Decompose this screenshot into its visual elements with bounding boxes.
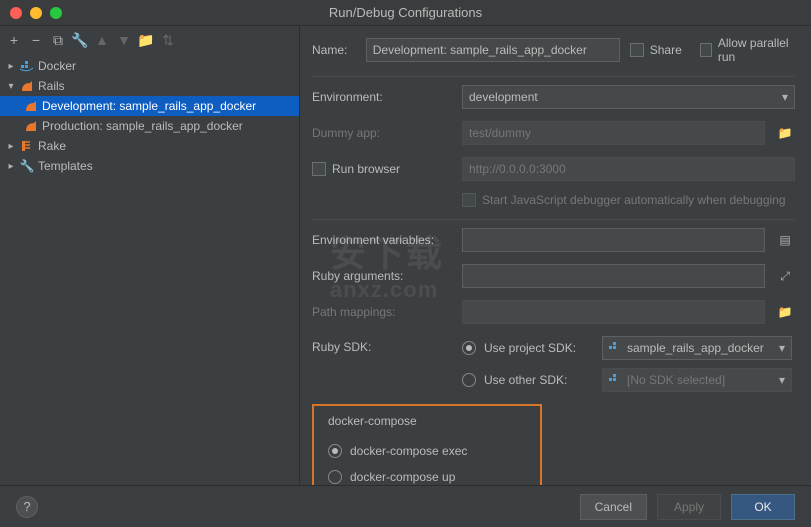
- chevron-right-icon: ▸: [6, 161, 16, 172]
- copy-icon[interactable]: ⧉: [50, 32, 66, 48]
- dummy-app-label: Dummy app:: [312, 126, 452, 140]
- up-icon[interactable]: ▲: [94, 32, 110, 48]
- config-tree: ▸ Docker ▾ Rails Development: sample_rai…: [0, 54, 299, 485]
- ruby-sdk-label: Ruby SDK:: [312, 340, 452, 354]
- use-project-sdk-radio[interactable]: Use project SDK:: [462, 341, 592, 355]
- tree-item-dev-config[interactable]: Development: sample_rails_app_docker: [0, 96, 299, 116]
- radio-icon: [462, 373, 476, 387]
- other-sdk-select: [No SDK selected]: [602, 368, 792, 392]
- browse-icon[interactable]: 📁: [775, 126, 795, 140]
- help-button[interactable]: ?: [16, 496, 38, 518]
- rails-config-icon: [24, 99, 38, 113]
- chevron-right-icon: ▸: [6, 61, 16, 72]
- checkbox-icon: [312, 162, 326, 176]
- share-checkbox[interactable]: Share: [630, 43, 682, 57]
- separator: [312, 219, 795, 220]
- docker-compose-group: docker-compose docker-compose exec docke…: [312, 404, 542, 485]
- docker-up-radio[interactable]: docker-compose up: [328, 464, 526, 485]
- dummy-app-input: test/dummy: [462, 121, 765, 145]
- name-label: Name:: [312, 43, 356, 57]
- down-icon[interactable]: ▼: [116, 32, 132, 48]
- checkbox-icon: [462, 193, 476, 207]
- separator: [312, 76, 795, 77]
- radio-icon: [328, 444, 342, 458]
- radio-icon: [328, 470, 342, 484]
- environment-label: Environment:: [312, 90, 452, 104]
- start-js-debugger-checkbox: Start JavaScript debugger automatically …: [462, 193, 795, 207]
- chevron-right-icon: ▸: [6, 141, 16, 152]
- wrench-icon: 🔧: [20, 159, 34, 173]
- cancel-button[interactable]: Cancel: [580, 494, 647, 520]
- footer: ? Cancel Apply OK: [0, 485, 811, 527]
- use-other-sdk-radio[interactable]: Use other SDK:: [462, 373, 592, 387]
- tree-item-docker[interactable]: ▸ Docker: [0, 56, 299, 76]
- path-mappings-input: [462, 300, 765, 324]
- run-browser-checkbox[interactable]: Run browser: [312, 162, 452, 176]
- checkbox-icon: [700, 43, 712, 57]
- environment-select[interactable]: development: [462, 85, 795, 109]
- tree-item-rake[interactable]: ▸ Rake: [0, 136, 299, 156]
- browse-icon[interactable]: 📁: [775, 305, 795, 319]
- minimize-window-icon[interactable]: [30, 7, 42, 19]
- close-window-icon[interactable]: [10, 7, 22, 19]
- ok-button[interactable]: OK: [731, 494, 795, 520]
- expand-icon[interactable]: ⤢: [775, 269, 795, 284]
- chevron-down-icon: ▾: [6, 81, 16, 92]
- apply-button: Apply: [657, 494, 721, 520]
- tree-item-rails[interactable]: ▾ Rails: [0, 76, 299, 96]
- sidebar: + − ⧉ 🔧 ▲ ▼ 📁 ⇅ ▸ Docker ▾ Rails: [0, 26, 300, 485]
- docker-exec-radio[interactable]: docker-compose exec: [328, 438, 526, 464]
- path-mappings-label: Path mappings:: [312, 305, 452, 319]
- project-sdk-select[interactable]: sample_rails_app_docker: [602, 336, 792, 360]
- window-controls: [10, 7, 62, 19]
- rails-config-icon: [24, 119, 38, 133]
- ruby-args-input[interactable]: [462, 264, 765, 288]
- maximize-window-icon[interactable]: [50, 7, 62, 19]
- remove-icon[interactable]: −: [28, 32, 44, 48]
- window-title: Run/Debug Configurations: [329, 5, 482, 20]
- checkbox-icon: [630, 43, 644, 57]
- tree-item-templates[interactable]: ▸ 🔧 Templates: [0, 156, 299, 176]
- docker-icon: [20, 59, 34, 73]
- parallel-checkbox[interactable]: Allow parallel run: [700, 36, 795, 64]
- browser-url-input: http://0.0.0.0:3000: [462, 157, 795, 181]
- sort-icon[interactable]: ⇅: [160, 32, 176, 48]
- radio-icon: [462, 341, 476, 355]
- docker-compose-title: docker-compose: [328, 414, 526, 428]
- rake-icon: [20, 139, 34, 153]
- ruby-args-label: Ruby arguments:: [312, 269, 452, 283]
- wrench-icon[interactable]: 🔧: [72, 32, 88, 48]
- titlebar: Run/Debug Configurations: [0, 0, 811, 26]
- folder-icon[interactable]: 📁: [138, 32, 154, 48]
- docker-compose-icon: [609, 342, 621, 354]
- docker-compose-icon: [609, 374, 621, 386]
- content-panel: Name: Development: sample_rails_app_dock…: [300, 26, 811, 485]
- add-icon[interactable]: +: [6, 32, 22, 48]
- list-icon[interactable]: ▤: [775, 233, 795, 247]
- sidebar-toolbar: + − ⧉ 🔧 ▲ ▼ 📁 ⇅: [0, 26, 299, 54]
- tree-item-prod-config[interactable]: Production: sample_rails_app_docker: [0, 116, 299, 136]
- env-vars-label: Environment variables:: [312, 233, 452, 247]
- rails-icon: [20, 79, 34, 93]
- env-vars-input[interactable]: [462, 228, 765, 252]
- name-input[interactable]: Development: sample_rails_app_docker: [366, 38, 620, 62]
